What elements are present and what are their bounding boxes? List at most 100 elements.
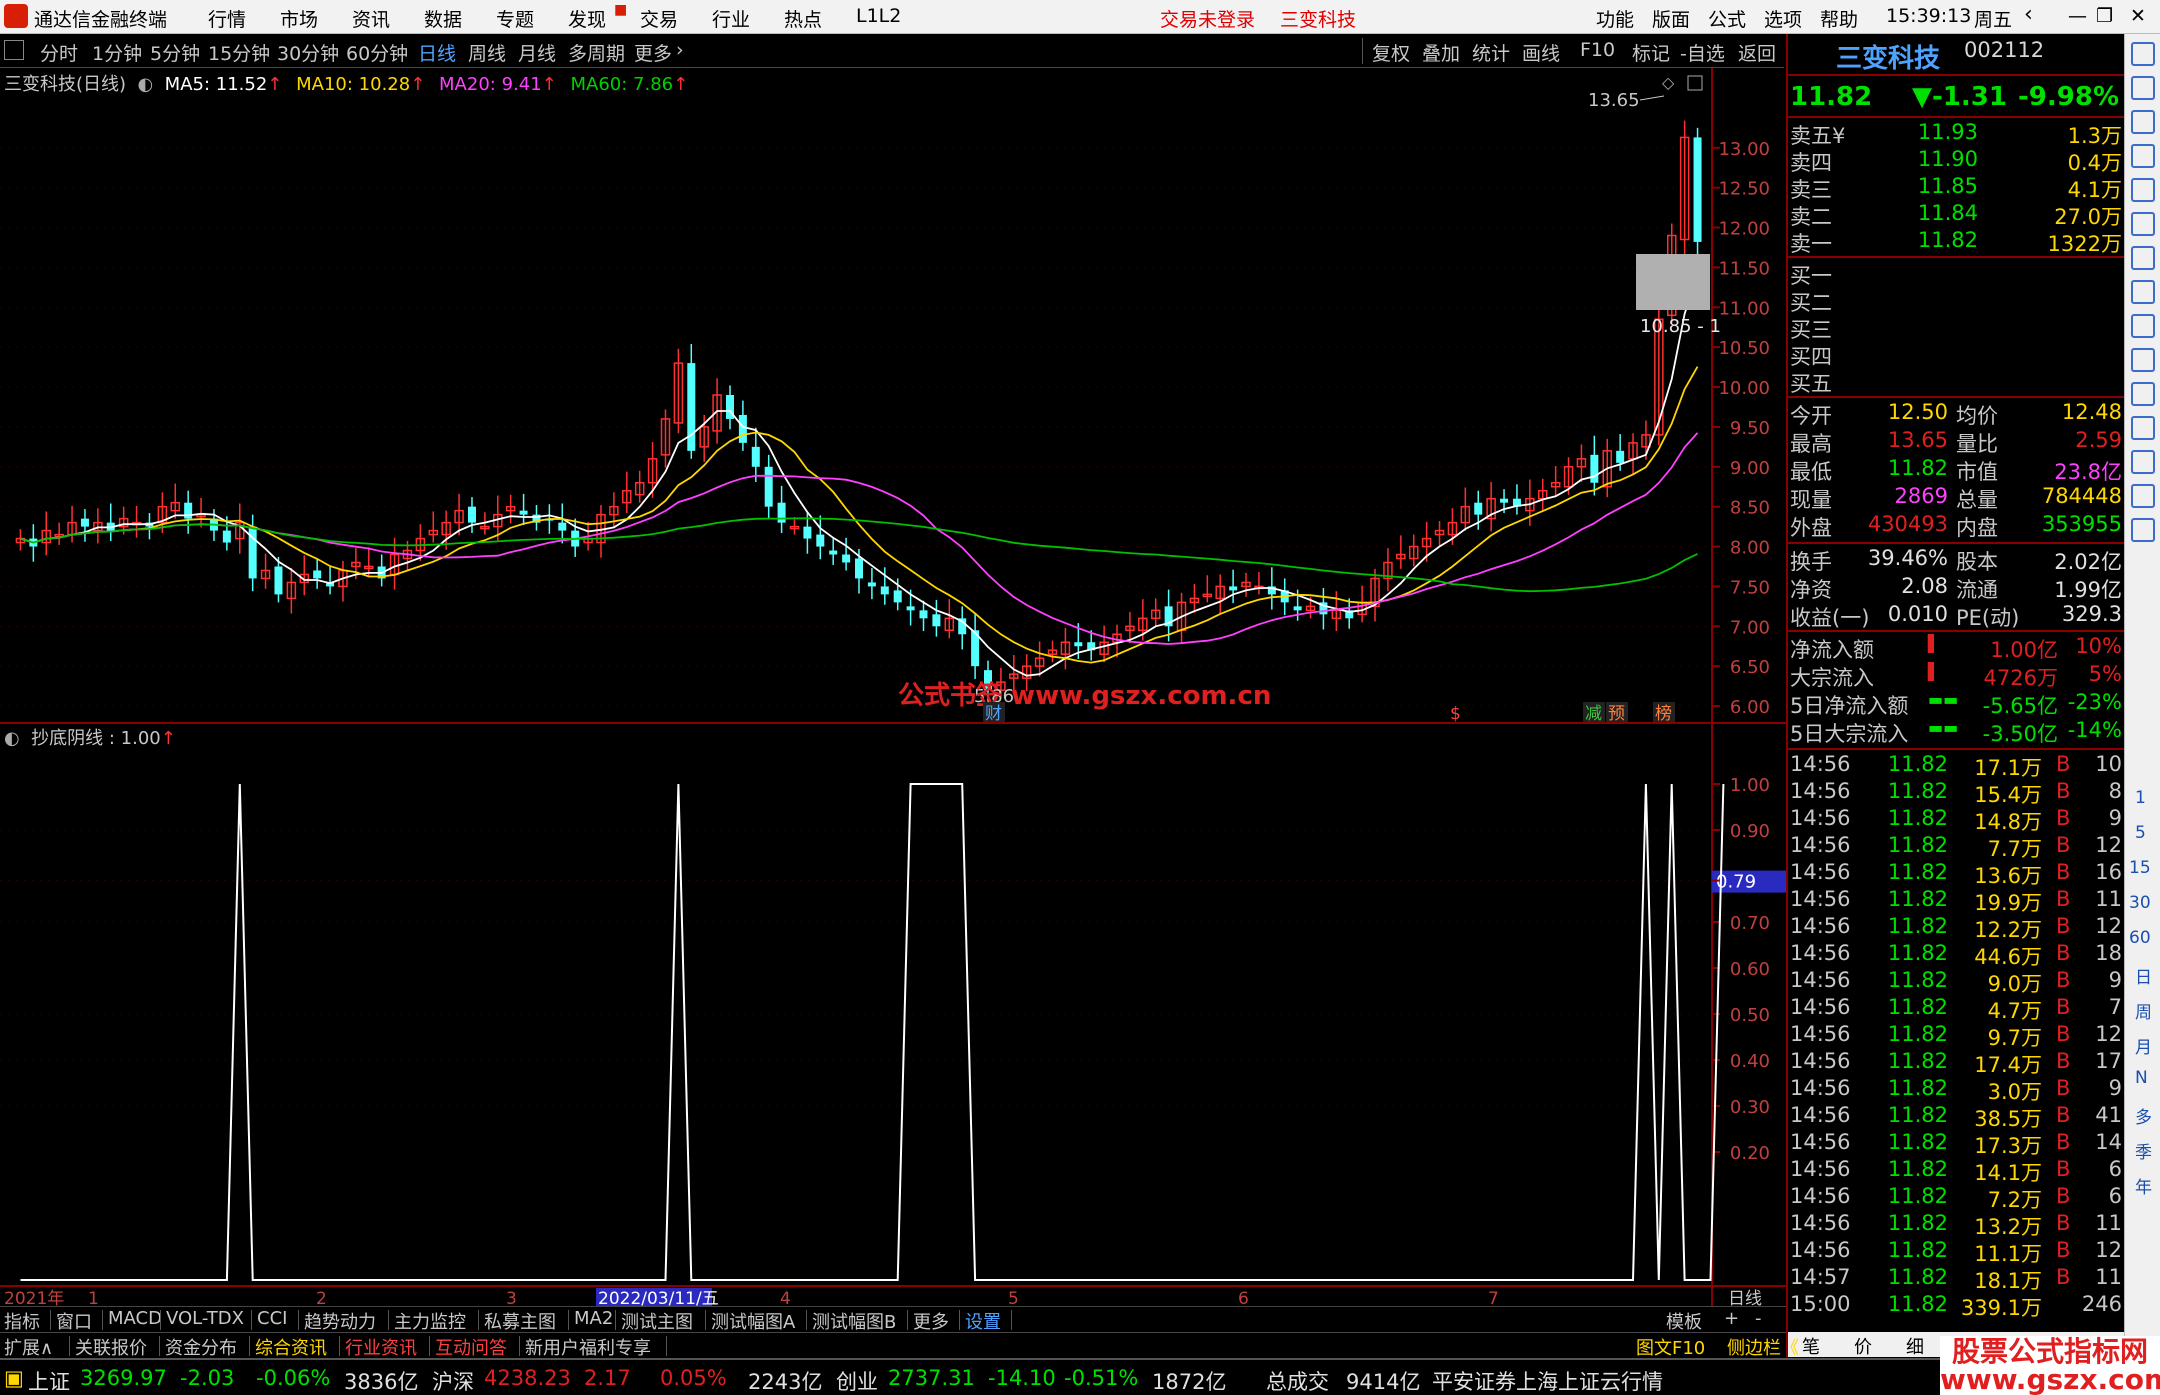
tab-资金分布[interactable]: 资金分布 [165, 1334, 237, 1360]
side-tool-icon[interactable] [2131, 416, 2155, 440]
menu-item-发现[interactable]: 发现 [568, 5, 606, 32]
tab-MACD[interactable]: MACD [108, 1308, 162, 1329]
kline-chart[interactable]: 13.0012.5012.0011.5011.0010.5010.009.509… [0, 68, 1786, 1306]
login-notice[interactable]: 交易未登录 [1160, 5, 1255, 32]
menu-item-功能[interactable]: 功能 [1596, 5, 1634, 32]
legend-settings-icon[interactable]: ◐ [132, 74, 159, 95]
tab--[interactable]: - [1755, 1308, 1762, 1329]
period-月线[interactable]: 月线 [518, 39, 556, 66]
tab-MA2[interactable]: MA2 [574, 1308, 613, 1329]
tab-图文F10[interactable]: 图文F10 [1636, 1334, 1705, 1360]
tab-窗口[interactable]: 窗口 [56, 1308, 92, 1334]
side-period-button[interactable]: 30 [2129, 893, 2151, 913]
side-tool-icon[interactable] [2131, 348, 2155, 372]
menu-item-行业[interactable]: 行业 [712, 5, 750, 32]
menu-item-帮助[interactable]: 帮助 [1820, 5, 1858, 32]
tab-行业资讯[interactable]: 行业资讯 [345, 1334, 417, 1360]
side-period-button[interactable]: 15 [2129, 858, 2151, 878]
tab-模板[interactable]: 模板 [1666, 1308, 1702, 1334]
side-period-button[interactable]: 月 [2135, 1033, 2152, 1058]
tab-测试幅图A[interactable]: 测试幅图A [711, 1308, 795, 1334]
quote-tab[interactable]: 细 [1906, 1333, 1924, 1359]
period-更多[interactable]: 更多 [634, 39, 672, 66]
restore-icon[interactable]: ❐ [2096, 5, 2113, 27]
menu-item-资讯[interactable]: 资讯 [352, 5, 390, 32]
tab-综合资讯[interactable]: 综合资讯 [255, 1334, 327, 1360]
tab-+[interactable]: + [1724, 1308, 1739, 1329]
panel-toggle-icon[interactable] [4, 40, 24, 60]
side-period-button[interactable]: 60 [2129, 928, 2151, 948]
menu-item-热点[interactable]: 热点 [784, 5, 822, 32]
side-tool-icon[interactable] [2131, 76, 2155, 100]
action-标记[interactable]: 标记 [1632, 39, 1670, 66]
tab-更多[interactable]: 更多 [913, 1308, 949, 1334]
side-tool-icon[interactable] [2131, 314, 2155, 338]
menu-item-选项[interactable]: 选项 [1764, 5, 1802, 32]
side-period-button[interactable]: 多 [2135, 1103, 2152, 1128]
side-tool-icon[interactable] [2131, 280, 2155, 304]
action-自选[interactable]: -自选 [1680, 39, 1725, 66]
side-period-button[interactable]: 1 [2135, 788, 2146, 808]
menu-item-交易[interactable]: 交易 [640, 5, 678, 32]
tab-主力监控[interactable]: 主力监控 [394, 1308, 466, 1334]
tab-测试主图[interactable]: 测试主图 [621, 1308, 693, 1334]
back-icon[interactable]: ‹ [2024, 2, 2033, 27]
side-tool-icon[interactable] [2131, 144, 2155, 168]
side-period-button[interactable]: 年 [2135, 1173, 2152, 1198]
action-画线[interactable]: 画线 [1522, 39, 1560, 66]
side-tool-icon[interactable] [2131, 42, 2155, 66]
side-period-button[interactable]: 周 [2135, 998, 2152, 1023]
close-icon[interactable]: ✕ [2130, 5, 2146, 27]
side-period-button[interactable]: 日 [2135, 963, 2152, 988]
side-tool-icon[interactable] [2131, 212, 2155, 236]
quote-tab[interactable]: 笔 [1802, 1333, 1820, 1359]
action-返回[interactable]: 返回 [1738, 39, 1776, 66]
quote-tab[interactable]: 价 [1854, 1333, 1872, 1359]
tab-测试幅图B[interactable]: 测试幅图B [812, 1308, 896, 1334]
tab-指标[interactable]: 指标 [4, 1308, 40, 1334]
action-复权[interactable]: 复权 [1372, 39, 1410, 66]
menu-item-l1l2[interactable]: L1L2 [856, 5, 901, 27]
period-15min[interactable]: 15分钟 [208, 39, 270, 66]
side-tool-icon[interactable] [2131, 246, 2155, 270]
period-周线[interactable]: 周线 [468, 39, 506, 66]
period-30min[interactable]: 30分钟 [277, 39, 339, 66]
tab-VOL-TDX[interactable]: VOL-TDX [166, 1308, 244, 1329]
tab-趋势动力[interactable]: 趋势动力 [304, 1308, 376, 1334]
side-period-button[interactable]: N [2135, 1068, 2148, 1088]
tab-新用户福利专享[interactable]: 新用户福利专享 [525, 1334, 651, 1360]
side-tool-icon[interactable] [2131, 450, 2155, 474]
side-tool-icon[interactable] [2131, 382, 2155, 406]
action-叠加[interactable]: 叠加 [1422, 39, 1460, 66]
minimize-icon[interactable]: — [2068, 5, 2087, 27]
chevron-right-icon[interactable]: › [676, 39, 684, 61]
side-period-button[interactable]: 5 [2135, 823, 2146, 843]
tab-互动问答[interactable]: 互动问答 [435, 1334, 507, 1360]
menu-item-数据[interactable]: 数据 [424, 5, 462, 32]
tab-私募主图[interactable]: 私募主图 [484, 1308, 556, 1334]
menu-item-行情[interactable]: 行情 [208, 5, 246, 32]
menu-item-版面[interactable]: 版面 [1652, 5, 1690, 32]
side-period-button[interactable]: 季 [2135, 1138, 2152, 1163]
period-1min[interactable]: 1分钟 [92, 39, 142, 66]
tab-关联报价[interactable]: 关联报价 [75, 1334, 147, 1360]
side-tool-icon[interactable] [2131, 110, 2155, 134]
period-多周期[interactable]: 多周期 [568, 39, 625, 66]
period-分时[interactable]: 分时 [40, 39, 78, 66]
menu-item-专题[interactable]: 专题 [496, 5, 534, 32]
tab-侧边栏《[interactable]: 侧边栏《 [1727, 1334, 1799, 1360]
tab-扩展∧[interactable]: 扩展∧ [4, 1334, 53, 1360]
side-tool-icon[interactable] [2131, 484, 2155, 508]
period-日线[interactable]: 日线 [418, 39, 456, 66]
period-5min[interactable]: 5分钟 [150, 39, 200, 66]
side-tool-icon[interactable] [2131, 518, 2155, 542]
side-tool-icon[interactable] [2131, 178, 2155, 202]
action-f10[interactable]: F10 [1580, 39, 1615, 61]
menu-item-公式[interactable]: 公式 [1708, 5, 1746, 32]
menu-item-市场[interactable]: 市场 [280, 5, 318, 32]
action-统计[interactable]: 统计 [1472, 39, 1510, 66]
sub-settings-icon[interactable]: ◐ [4, 728, 25, 749]
tab-CCI[interactable]: CCI [257, 1308, 287, 1329]
tab-设置[interactable]: 设置 [965, 1308, 1001, 1334]
period-60min[interactable]: 60分钟 [346, 39, 408, 66]
